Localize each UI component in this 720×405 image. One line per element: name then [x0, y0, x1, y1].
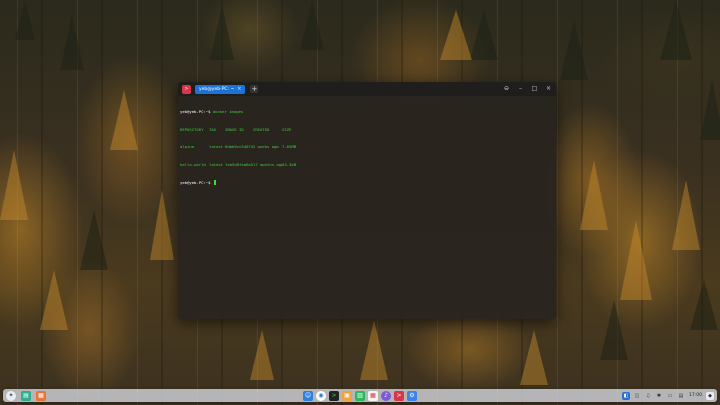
maximize-button[interactable]: □ [531, 82, 538, 96]
minimize-button[interactable]: – [517, 82, 524, 96]
notifications-icon[interactable]: ◧ [622, 391, 631, 400]
show-desktop-icon[interactable]: ◆ [706, 391, 714, 400]
tab-terminal[interactable]: yeb@yeb-PC: ~ × [195, 84, 246, 94]
network-icon[interactable]: ◫ [633, 392, 641, 400]
calendar-icon[interactable]: ▦ [368, 390, 378, 401]
window-controls: ⊖ – □ × [503, 82, 552, 96]
header-image-id: IMAGE ID [225, 126, 244, 132]
dock-left-group: ✦ ▤ ▦ [6, 390, 46, 401]
battery-icon[interactable]: ▭ [666, 392, 674, 400]
launcher-icon[interactable]: ✦ [6, 390, 16, 401]
header-tag: TAG [209, 126, 217, 132]
terminal-app-icon: > [182, 84, 191, 94]
dock: ✦ ▤ ▦ ☺ ◉ > ▣ ▥ ▦ ♪ > ⚙ ◧ ◫ ♫ ✱ ▭ ▤ 17:0… [3, 389, 717, 402]
shell-prompt: yeb@yeb-PC:~$ [180, 179, 213, 185]
system-tray: ◧ ◫ ♫ ✱ ▭ ▤ 17:00 ◆ [622, 391, 714, 400]
header-created: CREATED [253, 126, 270, 132]
header-size: SIZE [282, 126, 292, 132]
shell-command: docker images [212, 108, 244, 114]
cell-tag: latest [209, 161, 224, 167]
cell-size: 7.05MB [282, 144, 297, 150]
terminal-line: yeb@yeb-PC:~$ [180, 179, 554, 186]
cell-repository: hello-world [180, 161, 206, 167]
multitask-view-icon[interactable]: ▤ [21, 390, 31, 401]
clock-time: 17:00 [689, 392, 702, 398]
keyboard-icon[interactable]: ▤ [677, 392, 685, 400]
cell-image-id: feb5d9fea6a5 [225, 161, 254, 167]
app-store-icon[interactable]: ▥ [355, 390, 365, 401]
cell-repository: alpine [180, 144, 195, 150]
text-cursor [213, 179, 217, 185]
shell-prompt: yeb@yeb-PC:~$ [180, 108, 213, 114]
cell-created: 2 weeks ago [253, 144, 279, 150]
cell-image-id: 6dbb9cc54074 [225, 144, 254, 150]
tab-title: yeb@yeb-PC: ~ [199, 86, 235, 92]
image-viewer-icon[interactable]: ▣ [342, 390, 352, 401]
tab-close-icon[interactable]: × [237, 85, 241, 94]
app-red-icon[interactable]: > [394, 390, 404, 401]
terminal-line: REPOSITORY TAG IMAGE ID CREATED SIZE [180, 127, 554, 133]
browser-icon[interactable]: ◉ [316, 390, 326, 401]
terminal-output[interactable]: yeb@yeb-PC:~$ docker images REPOSITORY TA… [178, 96, 556, 198]
music-icon[interactable]: ♪ [381, 390, 391, 401]
terminal-titlebar[interactable]: > yeb@yeb-PC: ~ × + ⊖ – □ × [178, 82, 556, 96]
volume-icon[interactable]: ♫ [644, 392, 652, 400]
cell-tag: latest [209, 144, 224, 150]
terminal-icon[interactable]: > [329, 390, 339, 401]
window-menu-icon[interactable]: ⊖ [503, 82, 510, 96]
close-button[interactable]: × [545, 82, 552, 96]
clock[interactable]: 17:00 [689, 393, 702, 398]
file-manager-icon[interactable]: ▦ [36, 390, 46, 401]
terminal-line: alpine latest 6dbb9cc540742 weeks ago 7.05M… [180, 144, 554, 150]
dock-apps: ☺ ◉ > ▣ ▥ ▦ ♪ > ⚙ [303, 390, 417, 401]
bluetooth-icon[interactable]: ✱ [655, 392, 663, 400]
terminal-line: yeb@yeb-PC:~$ docker images [180, 109, 554, 115]
cell-size: 13.3kB [282, 161, 297, 167]
terminal-line: hello-world latest feb5d9fea6a517 months a… [180, 162, 554, 168]
cell-created: 17 months ago [253, 161, 284, 167]
header-repository: REPOSITORY [180, 126, 204, 132]
terminal-window[interactable]: > yeb@yeb-PC: ~ × + ⊖ – □ × yeb@yeb-PC:~… [178, 82, 556, 319]
finder-icon[interactable]: ☺ [303, 390, 313, 401]
new-tab-button[interactable]: + [250, 85, 259, 93]
settings-icon[interactable]: ⚙ [407, 390, 417, 401]
